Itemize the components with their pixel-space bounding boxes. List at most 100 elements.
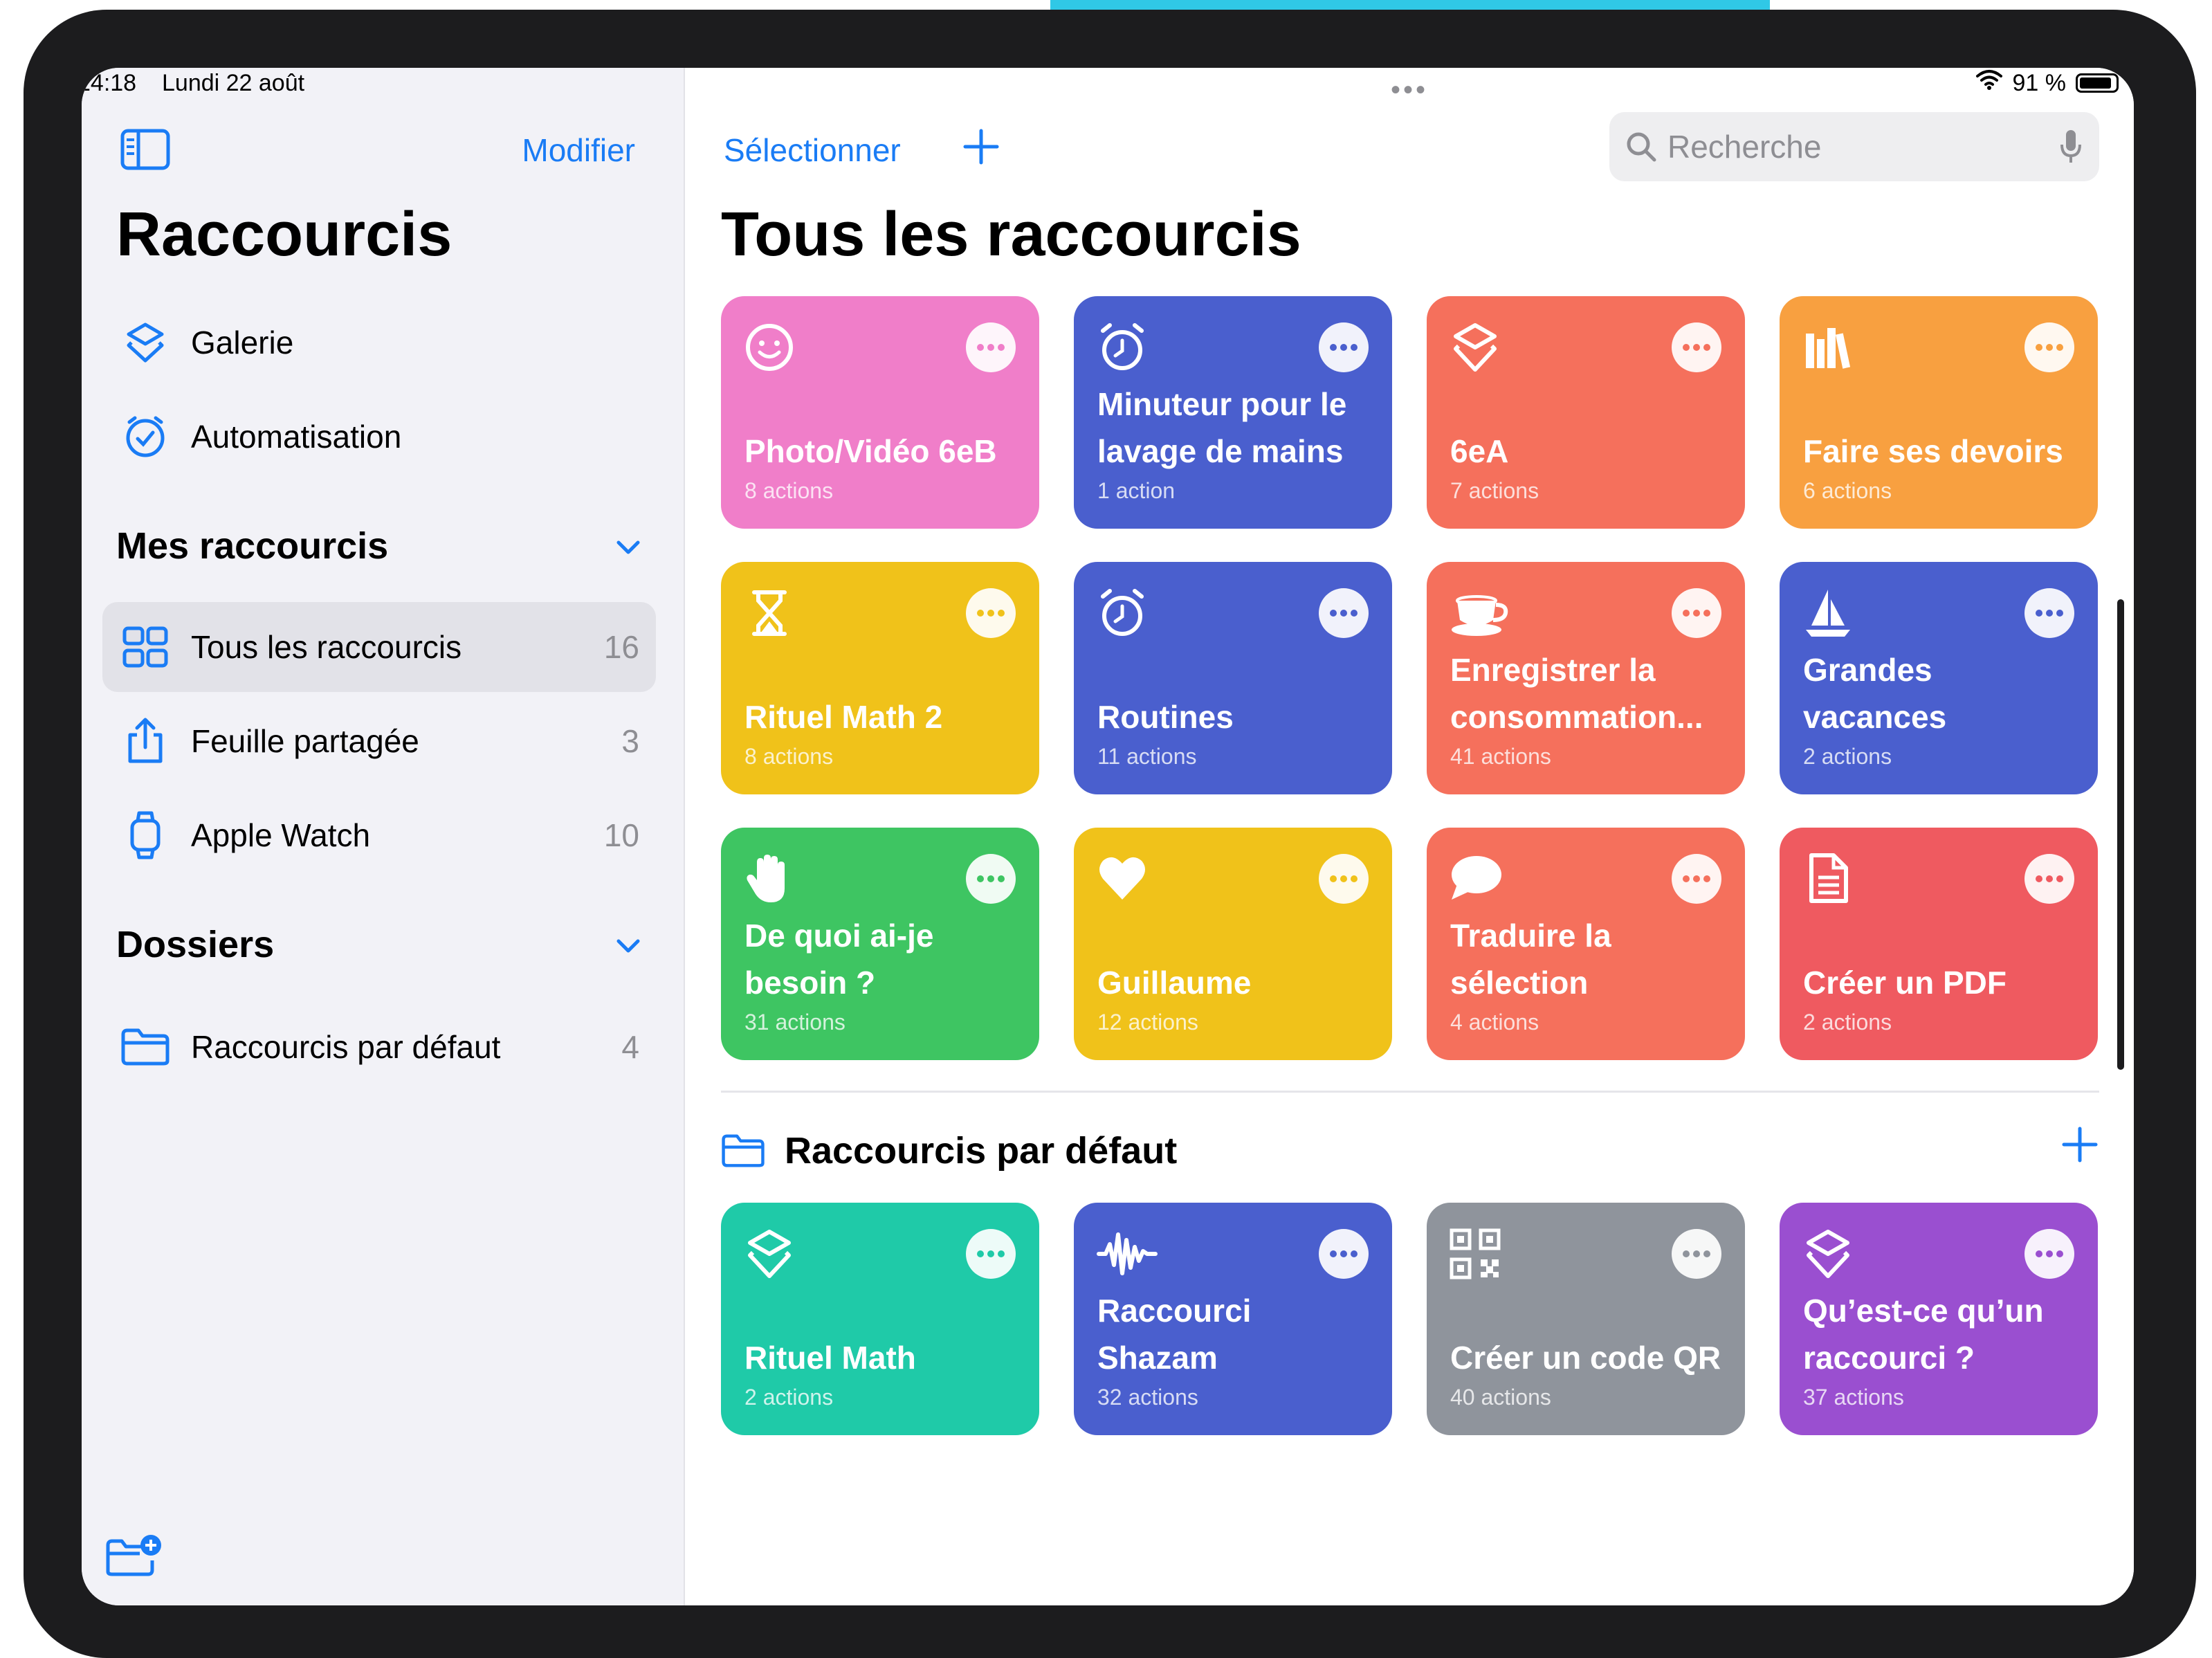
select-button[interactable]: Sélectionner (724, 131, 901, 169)
sidebar-item-tous-les-raccourcis[interactable]: Tous les raccourcis 16 (102, 602, 656, 692)
shortcut-name: Qu’est-ce qu’un raccourci ? (1803, 1293, 2044, 1376)
add-to-folder-button[interactable] (2060, 1125, 2099, 1167)
shortcut-action-count: 2 actions (744, 1385, 834, 1410)
layers-icon (1449, 321, 1501, 374)
folder-icon (721, 1133, 765, 1169)
page-title: Tous les raccourcis (721, 200, 1301, 269)
shortcut-text: De quoi ai-je besoin ? 31 actions (744, 912, 1018, 1035)
modifier-button[interactable]: Modifier (522, 131, 635, 169)
sidebar-toggle-icon[interactable] (120, 129, 170, 174)
more-options-icon[interactable] (1319, 1229, 1369, 1279)
sidebar-title: Raccourcis (116, 200, 453, 269)
gallery-layers-icon (118, 320, 173, 365)
chevron-down-icon[interactable] (614, 537, 642, 561)
layers-icon (1802, 1228, 1854, 1280)
microphone-icon[interactable] (2059, 128, 2083, 165)
more-options-icon[interactable] (2024, 854, 2074, 904)
search-input[interactable]: Recherche (1667, 128, 2059, 165)
more-options-icon[interactable] (966, 588, 1016, 638)
shortcut-tile[interactable]: Enregistrer la consommation... 41 actions (1427, 562, 1745, 794)
shortcut-text: Traduire la sélection 4 actions (1450, 912, 1724, 1035)
chevron-down-icon[interactable] (614, 936, 642, 960)
sidebar-item-count: 16 (603, 629, 639, 665)
shortcut-tile[interactable]: Routines 11 actions (1074, 562, 1392, 794)
shortcut-tile[interactable]: Rituel Math 2 8 actions (721, 562, 1039, 794)
smiley-icon (743, 321, 796, 374)
shortcut-tile[interactable]: Raccourci Shazam 32 actions (1074, 1203, 1392, 1435)
more-options-icon[interactable] (1319, 322, 1369, 372)
more-options-icon[interactable] (1672, 1229, 1721, 1279)
shortcut-tile[interactable]: Guillaume 12 actions (1074, 828, 1392, 1060)
status-time: 14:18 (82, 70, 137, 96)
speech-bubble-icon (1449, 853, 1501, 905)
section-mes-raccourcis[interactable]: Mes raccourcis (116, 525, 388, 567)
sidebar-item-label: Tous les raccourcis (191, 629, 462, 665)
shortcut-text: Faire ses devoirs 6 actions (1803, 428, 2077, 504)
more-options-icon[interactable] (966, 854, 1016, 904)
document-icon (1802, 853, 1854, 905)
sidebar-item-apple-watch[interactable]: Apple Watch 10 (102, 790, 656, 880)
more-options-icon[interactable] (2024, 588, 2074, 638)
alarm-icon (1096, 321, 1149, 374)
shortcut-action-count: 6 actions (1803, 478, 1892, 503)
sailboat-icon (1802, 587, 1854, 639)
sidebar-item-galerie[interactable]: Galerie (102, 298, 656, 388)
multitasking-dots-icon[interactable]: ••• (685, 75, 2134, 106)
shortcut-action-count: 8 actions (744, 744, 834, 769)
add-shortcut-button[interactable] (962, 127, 1000, 170)
shortcut-name: Rituel Math 2 (744, 699, 943, 735)
shortcut-tile[interactable]: Créer un PDF 2 actions (1780, 828, 2098, 1060)
shortcut-tile[interactable]: Traduire la sélection 4 actions (1427, 828, 1745, 1060)
battery-icon (2076, 73, 2119, 93)
shortcut-tile[interactable]: Photo/Vidéo 6eB 8 actions (721, 296, 1039, 529)
shortcut-tile[interactable]: 6eA 7 actions (1427, 296, 1745, 529)
more-options-icon[interactable] (966, 322, 1016, 372)
sidebar-item-label: Raccourcis par défaut (191, 1029, 501, 1065)
folder-section-header: Raccourcis par défaut (721, 1120, 1177, 1182)
section-dossiers[interactable]: Dossiers (116, 923, 274, 966)
search-icon (1625, 130, 1658, 163)
shortcut-text: 6eA 7 actions (1450, 428, 1724, 504)
new-folder-icon[interactable] (105, 1534, 163, 1582)
shortcut-action-count: 11 actions (1097, 744, 1197, 769)
shortcut-tile[interactable]: Créer un code QR 40 actions (1427, 1203, 1745, 1435)
shortcut-tile[interactable]: Qu’est-ce qu’un raccourci ? 37 actions (1780, 1203, 2098, 1435)
shortcut-name: Grandes vacances (1803, 652, 1947, 735)
more-options-icon[interactable] (966, 1229, 1016, 1279)
shortcut-name: Enregistrer la consommation... (1450, 652, 1703, 735)
qr-code-icon (1449, 1228, 1501, 1280)
scrollbar[interactable] (2117, 599, 2124, 1070)
shortcut-action-count: 37 actions (1803, 1385, 1904, 1410)
sidebar-item-raccourcis-par-defaut[interactable]: Raccourcis par défaut 4 (102, 1002, 656, 1092)
shortcut-tile[interactable]: Faire ses devoirs 6 actions (1780, 296, 2098, 529)
shortcut-text: Qu’est-ce qu’un raccourci ? 37 actions (1803, 1287, 2077, 1410)
waveform-icon (1096, 1228, 1158, 1280)
more-options-icon[interactable] (1319, 854, 1369, 904)
shortcut-name: Guillaume (1097, 965, 1252, 1001)
shortcut-tile[interactable]: Minuteur pour le lavage de mains 1 action (1074, 296, 1392, 529)
shortcut-action-count: 8 actions (744, 478, 834, 503)
more-options-icon[interactable] (1672, 588, 1721, 638)
more-options-icon[interactable] (1672, 322, 1721, 372)
shortcut-name: Rituel Math (744, 1340, 916, 1376)
folder-icon (118, 1028, 173, 1066)
more-options-icon[interactable] (1672, 854, 1721, 904)
shortcut-action-count: 1 action (1097, 478, 1176, 503)
more-options-icon[interactable] (1319, 588, 1369, 638)
shortcut-text: Enregistrer la consommation... 41 actions (1450, 646, 1724, 769)
sidebar-item-feuille-partagee[interactable]: Feuille partagée 3 (102, 696, 656, 786)
shortcut-text: Créer un PDF 2 actions (1803, 959, 2077, 1035)
more-options-icon[interactable] (2024, 1229, 2074, 1279)
automation-clock-icon (118, 414, 173, 459)
shortcut-tile[interactable]: De quoi ai-je besoin ? 31 actions (721, 828, 1039, 1060)
more-options-icon[interactable] (2024, 322, 2074, 372)
folder-section-title: Raccourcis par défaut (785, 1130, 1178, 1172)
shortcut-tile[interactable]: Rituel Math 2 actions (721, 1203, 1039, 1435)
shortcut-tile[interactable]: Grandes vacances 2 actions (1780, 562, 2098, 794)
search-field[interactable]: Recherche (1609, 112, 2099, 181)
shortcut-text: Guillaume 12 actions (1097, 959, 1371, 1035)
shortcut-text: Rituel Math 2 8 actions (744, 693, 1018, 769)
sidebar-item-count: 3 (621, 723, 639, 759)
sidebar-item-automatisation[interactable]: Automatisation (102, 392, 656, 482)
status-indicators: 91 % (1975, 68, 2119, 98)
